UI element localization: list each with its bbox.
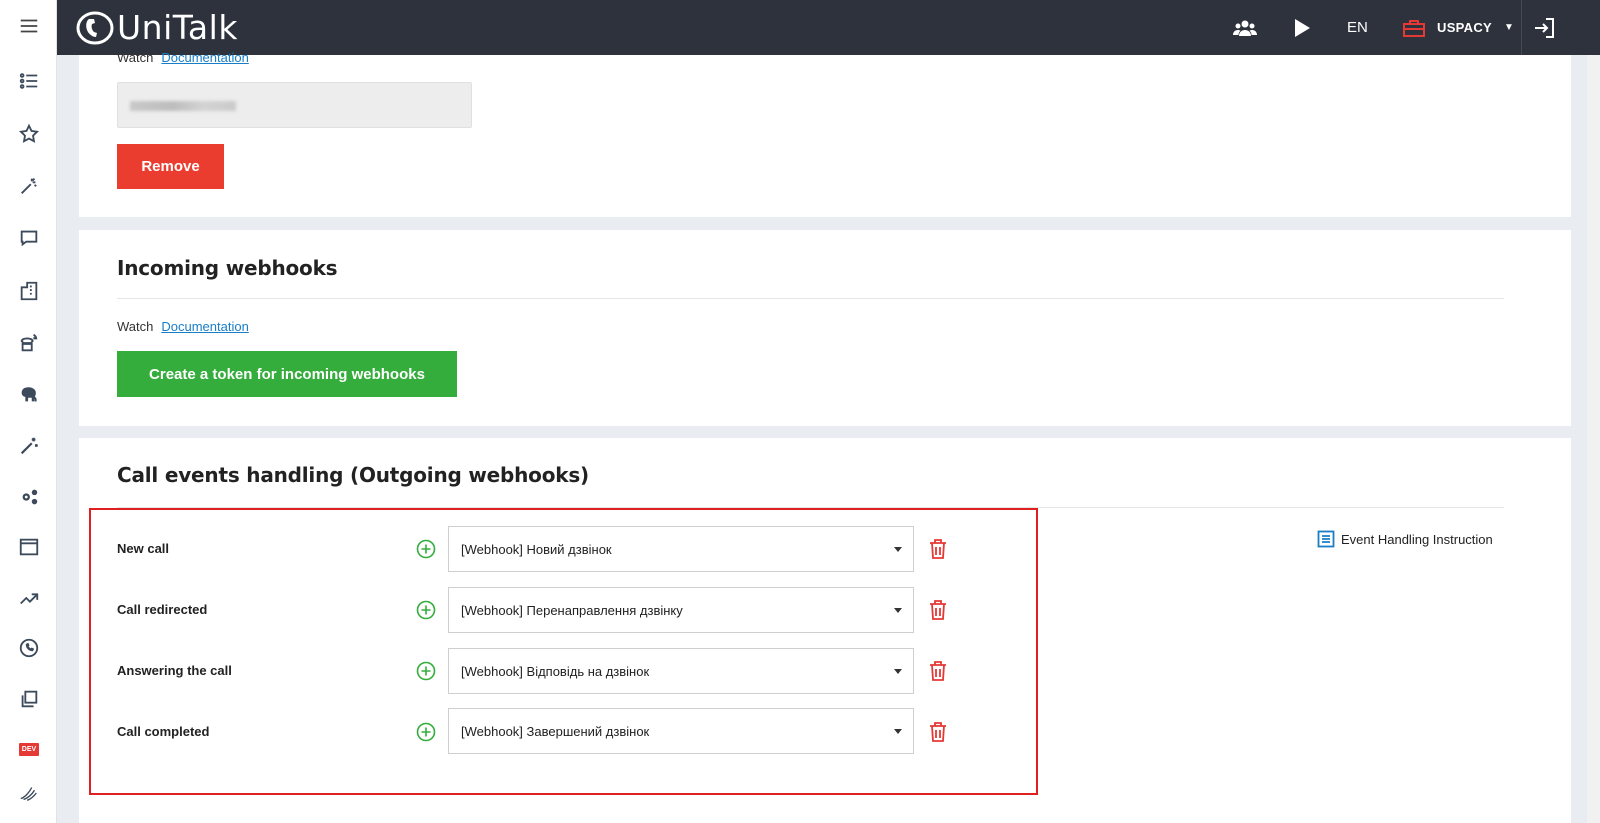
call-events-card: Call events handling (Outgoing webhooks)… bbox=[79, 438, 1571, 823]
event-label: New call bbox=[117, 541, 170, 556]
caret-down-icon bbox=[894, 608, 902, 613]
webhook-select-value: [Webhook] Завершений дзвінок bbox=[461, 723, 650, 739]
event-handling-instruction-link[interactable]: Event Handling Instruction bbox=[1317, 530, 1493, 548]
documentation-link[interactable]: Documentation bbox=[161, 50, 248, 65]
top-header: UniTalk EN USPACY ▼ bbox=[57, 0, 1600, 55]
incoming-webhooks-title: Incoming webhooks bbox=[117, 256, 338, 280]
create-token-button[interactable]: Create a token for incoming webhooks bbox=[117, 351, 457, 397]
token-field[interactable] bbox=[117, 82, 472, 128]
event-label: Call completed bbox=[117, 724, 210, 739]
webhook-select[interactable]: [Webhook] Перенаправлення дзвінку bbox=[448, 587, 914, 633]
caret-down-icon bbox=[894, 547, 902, 552]
logout-icon[interactable] bbox=[1533, 0, 1555, 55]
logo[interactable]: UniTalk bbox=[75, 8, 238, 47]
add-circle-icon[interactable] bbox=[416, 600, 436, 620]
phone-wave-icon[interactable] bbox=[16, 330, 42, 356]
webhook-select-value: [Webhook] Відповідь на дзвінок bbox=[461, 663, 650, 679]
building-icon[interactable] bbox=[16, 278, 42, 304]
window-icon[interactable] bbox=[16, 534, 42, 560]
divider bbox=[117, 507, 1504, 508]
users-icon[interactable] bbox=[1233, 0, 1257, 55]
watch-row: Watch Documentation bbox=[117, 50, 249, 65]
copy-icon[interactable] bbox=[16, 686, 42, 712]
instruction-label: Event Handling Instruction bbox=[1341, 531, 1493, 547]
gears-icon[interactable] bbox=[16, 484, 42, 510]
divider bbox=[117, 298, 1504, 299]
token-card: Watch Documentation Remove bbox=[79, 50, 1571, 217]
magic-wand-icon[interactable] bbox=[16, 173, 42, 199]
caret-down-icon: ▼ bbox=[1504, 22, 1514, 33]
scrollbar[interactable] bbox=[1587, 55, 1600, 823]
trash-icon[interactable] bbox=[928, 599, 948, 621]
add-circle-icon[interactable] bbox=[416, 722, 436, 742]
webhook-select-value: [Webhook] Перенаправлення дзвінку bbox=[461, 602, 683, 618]
call-events-title: Call events handling (Outgoing webhooks) bbox=[117, 463, 589, 487]
elephant-icon[interactable] bbox=[16, 382, 42, 408]
add-circle-icon[interactable] bbox=[416, 539, 436, 559]
webhook-select[interactable]: [Webhook] Новий дзвінок bbox=[448, 526, 914, 572]
header-divider bbox=[1521, 0, 1522, 55]
account-name: USPACY bbox=[1437, 20, 1493, 35]
token-value-blurred bbox=[130, 101, 236, 111]
dev-icon[interactable]: DEV bbox=[16, 736, 42, 762]
trash-icon[interactable] bbox=[928, 660, 948, 682]
briefcase-icon bbox=[1403, 19, 1425, 37]
menu-icon[interactable] bbox=[16, 13, 42, 39]
event-label: Call redirected bbox=[117, 602, 208, 617]
language-selector[interactable]: EN bbox=[1347, 0, 1368, 55]
webhook-select-value: [Webhook] Новий дзвінок bbox=[461, 541, 612, 557]
trash-icon[interactable] bbox=[928, 538, 948, 560]
add-circle-icon[interactable] bbox=[416, 661, 436, 681]
chat-icon[interactable] bbox=[16, 225, 42, 251]
sidebar: DEV bbox=[0, 0, 57, 823]
dev-badge: DEV bbox=[19, 742, 39, 756]
wand-sparkle-icon[interactable] bbox=[16, 433, 42, 459]
account-menu[interactable]: USPACY ▼ bbox=[1403, 0, 1514, 55]
webhook-select[interactable]: [Webhook] Відповідь на дзвінок bbox=[448, 648, 914, 694]
trash-icon[interactable] bbox=[928, 721, 948, 743]
event-label: Answering the call bbox=[117, 663, 232, 678]
trend-up-icon[interactable] bbox=[16, 585, 42, 611]
watch-row: Watch Documentation bbox=[117, 319, 249, 334]
document-icon bbox=[1317, 530, 1335, 548]
abills-icon[interactable] bbox=[16, 780, 42, 806]
star-icon[interactable] bbox=[16, 121, 42, 147]
webhook-select[interactable]: [Webhook] Завершений дзвінок bbox=[448, 708, 914, 754]
watch-label: Watch bbox=[117, 319, 154, 334]
watch-label: Watch bbox=[117, 50, 154, 65]
remove-button[interactable]: Remove bbox=[117, 144, 224, 189]
play-icon[interactable] bbox=[1293, 0, 1311, 55]
logo-text: UniTalk bbox=[117, 8, 238, 47]
phone-circle-icon[interactable] bbox=[16, 635, 42, 661]
caret-down-icon bbox=[894, 669, 902, 674]
incoming-webhooks-card: Incoming webhooks Watch Documentation Cre… bbox=[79, 230, 1571, 426]
unitalk-logo-icon bbox=[76, 11, 114, 44]
documentation-link[interactable]: Documentation bbox=[161, 319, 248, 334]
list-icon[interactable] bbox=[16, 68, 42, 94]
caret-down-icon bbox=[894, 729, 902, 734]
